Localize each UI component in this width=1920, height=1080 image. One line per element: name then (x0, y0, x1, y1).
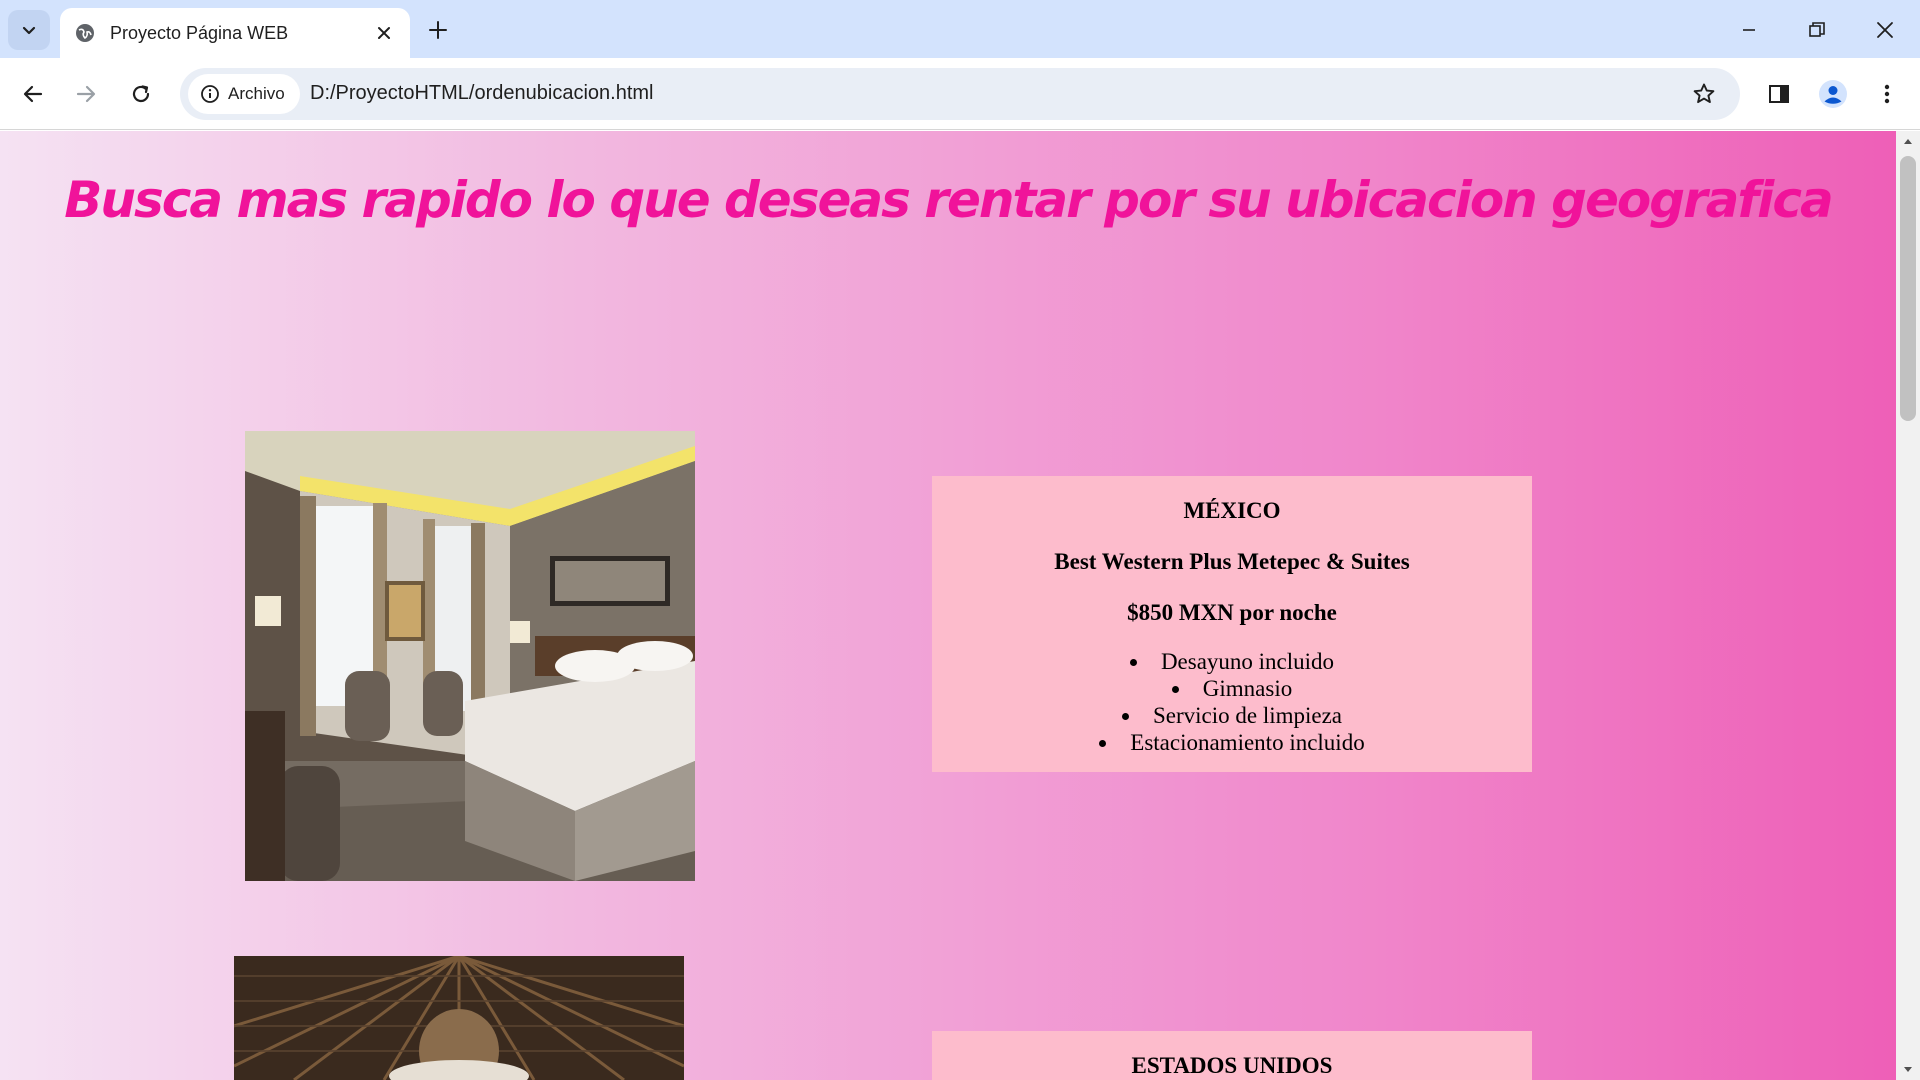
palapa-roof-photo (234, 956, 684, 1080)
page-scrollbar[interactable] (1896, 131, 1920, 1080)
scrollbar-thumb[interactable] (1900, 156, 1916, 421)
restore-button[interactable] (1797, 10, 1837, 50)
forward-button[interactable] (68, 76, 104, 112)
listing-country: MÉXICO (1183, 498, 1281, 523)
browser-menu-button[interactable] (1869, 76, 1905, 112)
plus-icon (429, 21, 447, 39)
side-panel-icon (1769, 85, 1789, 103)
site-info-chip[interactable]: Archivo (188, 74, 300, 114)
browser-tab-bar: Proyecto Página WEB (0, 0, 1920, 58)
side-panel-button[interactable] (1761, 76, 1797, 112)
site-info-label: Archivo (228, 84, 285, 103)
page-heading: Busca mas rapido lo que deseas rentar po… (64, 171, 1833, 229)
amenities-list: Desayuno incluido Gimnasio Servicio de l… (942, 648, 1522, 756)
close-icon[interactable] (372, 21, 396, 45)
reload-button[interactable] (123, 76, 159, 112)
amenity-item: Servicio de limpieza (942, 702, 1522, 729)
browser-tab[interactable]: Proyecto Página WEB (60, 8, 410, 58)
listing-country: ESTADOS UNIDOS (1131, 1053, 1333, 1078)
tab-title: Proyecto Página WEB (110, 22, 289, 43)
address-bar[interactable]: Archivo D:/ProyectoHTML/ordenubicacion.h… (180, 68, 1740, 120)
scroll-up-arrow[interactable] (1896, 131, 1920, 151)
restore-icon (1809, 22, 1825, 37)
reload-icon (132, 85, 150, 103)
arrow-right-icon (76, 85, 96, 103)
new-tab-button[interactable] (424, 16, 452, 44)
arrow-left-icon (23, 85, 43, 103)
browser-toolbar: Archivo D:/ProyectoHTML/ordenubicacion.h… (0, 58, 1920, 130)
kebab-menu-icon (1884, 84, 1890, 104)
star-icon (1693, 83, 1715, 104)
close-icon (1877, 22, 1893, 38)
person-icon (1819, 80, 1847, 108)
url-text[interactable]: D:/ProyectoHTML/ordenubicacion.html (310, 82, 653, 105)
amenity-item: Desayuno incluido (942, 648, 1522, 675)
globe-icon (74, 22, 96, 44)
page-viewport: Busca mas rapido lo que deseas rentar po… (0, 131, 1896, 1080)
info-icon (201, 85, 219, 103)
listing-hotel-name: Best Western Plus Metepec & Suites (1054, 549, 1410, 574)
minimize-icon (1743, 29, 1755, 31)
listing-price: $850 MXN por noche (1127, 600, 1337, 625)
tab-search-button[interactable] (8, 10, 50, 50)
back-button[interactable] (15, 76, 51, 112)
profile-button[interactable] (1815, 76, 1851, 112)
chevron-down-icon (22, 26, 36, 35)
hotel-room-photo (245, 431, 695, 881)
amenity-item: Estacionamiento incluido (942, 729, 1522, 756)
bookmark-button[interactable] (1690, 80, 1718, 108)
listing-card: MÉXICO Best Western Plus Metepec & Suite… (932, 476, 1532, 772)
scroll-down-arrow[interactable] (1896, 1060, 1920, 1080)
amenity-item: Gimnasio (942, 675, 1522, 702)
listing-card: ESTADOS UNIDOS (932, 1031, 1532, 1080)
minimize-button[interactable] (1729, 10, 1769, 50)
close-window-button[interactable] (1865, 10, 1905, 50)
